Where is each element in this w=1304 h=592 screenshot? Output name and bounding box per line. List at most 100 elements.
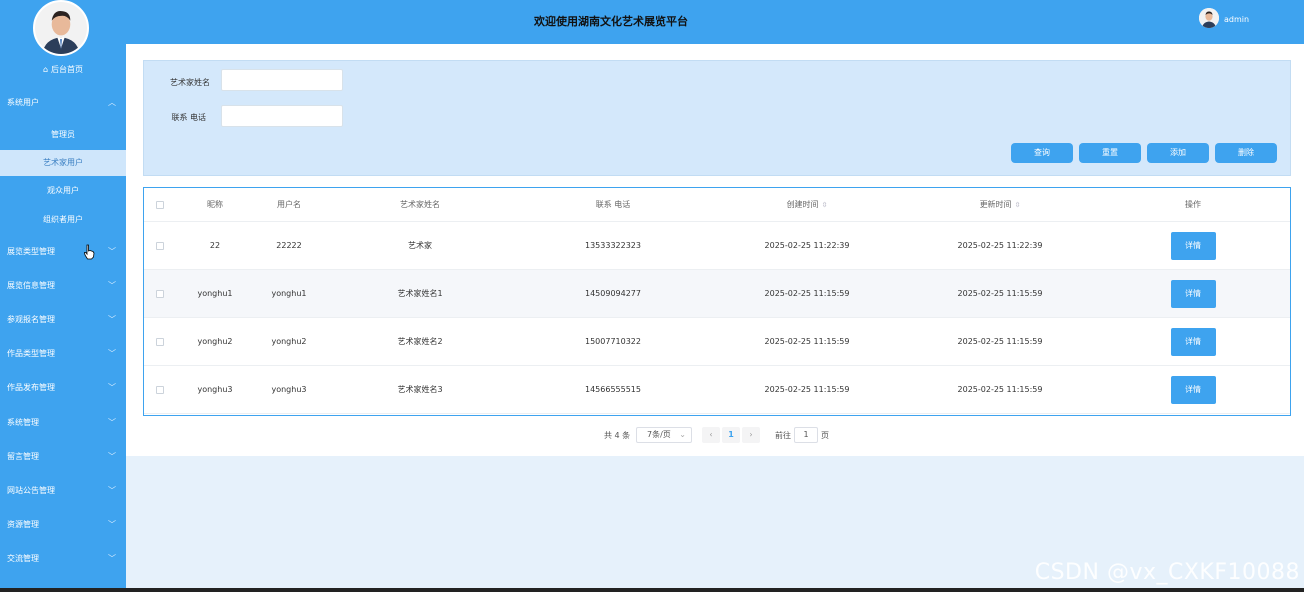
cell-nickname: yonghu1 bbox=[197, 289, 233, 298]
chevron-down-icon: ﹀ bbox=[108, 349, 116, 358]
top-header: 欢迎使用湖南文化艺术展览平台 admin bbox=[126, 0, 1304, 44]
chevron-down-icon: ﹀ bbox=[108, 520, 116, 529]
next-page-button[interactable]: › bbox=[742, 427, 760, 443]
cell-nickname: yonghu2 bbox=[197, 337, 233, 346]
sidebar-group-work-types[interactable]: 作品类型管理 ﹀ bbox=[0, 344, 126, 364]
reset-button[interactable]: 重置 bbox=[1079, 143, 1141, 163]
phone-label: 联系 电话 bbox=[171, 113, 206, 122]
sidebar-group-work-publish[interactable]: 作品发布管理 ﹀ bbox=[0, 378, 126, 398]
pagination: 共 4 条 7条/页 ⌄ ‹ 1 › 前往 1 页 bbox=[126, 427, 1304, 443]
cell-phone: 14509094277 bbox=[585, 289, 641, 298]
sidebar-group-visit-registration[interactable]: 参观报名管理 ﹀ bbox=[0, 310, 126, 330]
sidebar-group-system-users[interactable]: 系统用户 ︿ bbox=[0, 93, 126, 113]
sidebar-group-announcements[interactable]: 网站公告管理 ﹀ bbox=[0, 481, 126, 501]
watermark: CSDN @vx_CXKF10088 bbox=[1034, 560, 1300, 585]
detail-button[interactable]: 详情 bbox=[1170, 375, 1216, 404]
cell-updated: 2025-02-25 11:15:59 bbox=[957, 289, 1043, 298]
cell-created: 2025-02-25 11:22:39 bbox=[764, 241, 850, 250]
sidebar-group-messages[interactable]: 留言管理 ﹀ bbox=[0, 447, 126, 467]
cell-created: 2025-02-25 11:15:59 bbox=[764, 385, 850, 394]
row-checkbox[interactable] bbox=[156, 337, 164, 346]
goto-page-input[interactable]: 1 bbox=[794, 427, 818, 443]
chevron-down-icon: ﹀ bbox=[108, 418, 116, 427]
sidebar-group-exhibition-info[interactable]: 展览信息管理 ﹀ bbox=[0, 276, 126, 296]
cell-nickname: yonghu3 bbox=[197, 385, 233, 394]
search-panel: 艺术家姓名 联系 电话 查询 重置 添加 删除 bbox=[143, 60, 1291, 176]
chevron-down-icon: ⌄ bbox=[679, 430, 686, 439]
row-checkbox[interactable] bbox=[156, 241, 164, 250]
prev-page-button[interactable]: ‹ bbox=[702, 427, 720, 443]
sort-icon[interactable]: ⇳ bbox=[1015, 201, 1021, 209]
sidebar-group-exhibition-types[interactable]: 展览类型管理 ﹀ bbox=[0, 242, 126, 262]
cell-username: yonghu2 bbox=[271, 337, 307, 346]
table-row: 22 22222 艺术家 13533322323 2025-02-25 11:2… bbox=[144, 222, 1290, 270]
cell-artist-name: 艺术家姓名1 bbox=[397, 289, 443, 298]
table-row: yonghu2 yonghu2 艺术家姓名2 15007710322 2025-… bbox=[144, 318, 1290, 366]
chevron-down-icon: ﹀ bbox=[108, 281, 116, 290]
column-header-sortable[interactable]: 更新时间 ⇳ bbox=[904, 188, 1096, 221]
row-checkbox[interactable] bbox=[156, 289, 164, 298]
data-table: 昵称 用户名 艺术家姓名 联系 电话 创建时间 ⇳ 更新时间 ⇳ 操作 22 222… bbox=[143, 187, 1291, 416]
select-all-cell bbox=[144, 188, 176, 221]
sidebar-item-admin[interactable]: 管理员 bbox=[0, 122, 126, 148]
avatar[interactable] bbox=[33, 0, 89, 56]
page-number-current[interactable]: 1 bbox=[722, 427, 740, 443]
detail-button[interactable]: 详情 bbox=[1170, 327, 1216, 356]
table-row: yonghu3 yonghu3 艺术家姓名3 14566555515 2025-… bbox=[144, 366, 1290, 414]
detail-button[interactable]: 详情 bbox=[1170, 279, 1216, 308]
delete-button[interactable]: 删除 bbox=[1215, 143, 1277, 163]
home-icon: ⌂ bbox=[42, 65, 49, 74]
cell-artist-name: 艺术家姓名2 bbox=[397, 337, 443, 346]
cell-updated: 2025-02-25 11:22:39 bbox=[957, 241, 1043, 250]
cell-created: 2025-02-25 11:15:59 bbox=[764, 337, 850, 346]
cell-phone: 15007710322 bbox=[585, 337, 641, 346]
sidebar: ⌂ 后台首页 系统用户 ︿ 管理员 艺术家用户 观众用户 组织者用户 展览类型管理… bbox=[0, 0, 126, 588]
cell-artist-name: 艺术家 bbox=[408, 241, 432, 250]
user-name[interactable]: admin bbox=[1224, 15, 1249, 24]
main-content: 艺术家姓名 联系 电话 查询 重置 添加 删除 昵称 用户名 艺术家姓名 联系 … bbox=[126, 44, 1304, 456]
cell-username: 22222 bbox=[276, 241, 302, 250]
select-all-checkbox[interactable] bbox=[156, 200, 164, 209]
chevron-down-icon: ﹀ bbox=[108, 452, 116, 461]
user-avatar[interactable] bbox=[1199, 8, 1219, 28]
sidebar-group-resources[interactable]: 资源管理 ﹀ bbox=[0, 515, 126, 535]
phone-input[interactable] bbox=[221, 105, 343, 127]
sidebar-item-artist-users[interactable]: 艺术家用户 bbox=[0, 150, 126, 176]
query-button[interactable]: 查询 bbox=[1011, 143, 1073, 163]
hand-cursor-icon bbox=[84, 244, 95, 260]
chevron-down-icon: ﹀ bbox=[108, 383, 116, 392]
page-size-select[interactable]: 7条/页 ⌄ bbox=[636, 427, 692, 443]
bottom-bar bbox=[0, 588, 1304, 592]
table-header-row: 昵称 用户名 艺术家姓名 联系 电话 创建时间 ⇳ 更新时间 ⇳ 操作 bbox=[144, 188, 1290, 222]
cell-username: yonghu3 bbox=[271, 385, 307, 394]
user-avatar-icon bbox=[1199, 8, 1219, 28]
sidebar-group-communication[interactable]: 交流管理 ﹀ bbox=[0, 549, 126, 569]
column-header: 昵称 bbox=[207, 200, 223, 209]
cell-nickname: 22 bbox=[209, 241, 221, 250]
cell-updated: 2025-02-25 11:15:59 bbox=[957, 337, 1043, 346]
artist-name-input[interactable] bbox=[221, 69, 343, 91]
page-title: 欢迎使用湖南文化艺术展览平台 bbox=[534, 15, 688, 28]
sidebar-item-audience-users[interactable]: 观众用户 bbox=[0, 178, 126, 204]
chevron-up-icon: ︿ bbox=[108, 98, 116, 107]
chevron-down-icon: ﹀ bbox=[108, 554, 116, 563]
column-header: 操作 bbox=[1185, 200, 1201, 209]
artist-name-label: 艺术家姓名 bbox=[170, 78, 210, 87]
sidebar-item-organizer-users[interactable]: 组织者用户 bbox=[0, 207, 126, 233]
sidebar-group-system-management[interactable]: 系统管理 ﹀ bbox=[0, 413, 126, 433]
add-button[interactable]: 添加 bbox=[1147, 143, 1209, 163]
cell-artist-name: 艺术家姓名3 bbox=[397, 385, 443, 394]
row-checkbox[interactable] bbox=[156, 385, 164, 394]
sidebar-home-link[interactable]: ⌂ 后台首页 bbox=[0, 64, 126, 78]
column-header: 用户名 bbox=[277, 200, 301, 209]
page-suffix: 页 bbox=[821, 431, 829, 440]
chevron-down-icon: ﹀ bbox=[108, 247, 116, 256]
sort-icon[interactable]: ⇳ bbox=[822, 201, 828, 209]
avatar-photo-icon bbox=[35, 2, 87, 54]
detail-button[interactable]: 详情 bbox=[1170, 231, 1216, 260]
column-header: 联系 电话 bbox=[595, 200, 631, 209]
column-header-sortable[interactable]: 创建时间 ⇳ bbox=[710, 188, 904, 221]
goto-label: 前往 bbox=[775, 431, 791, 440]
cell-phone: 13533322323 bbox=[585, 241, 641, 250]
cell-created: 2025-02-25 11:15:59 bbox=[764, 289, 850, 298]
